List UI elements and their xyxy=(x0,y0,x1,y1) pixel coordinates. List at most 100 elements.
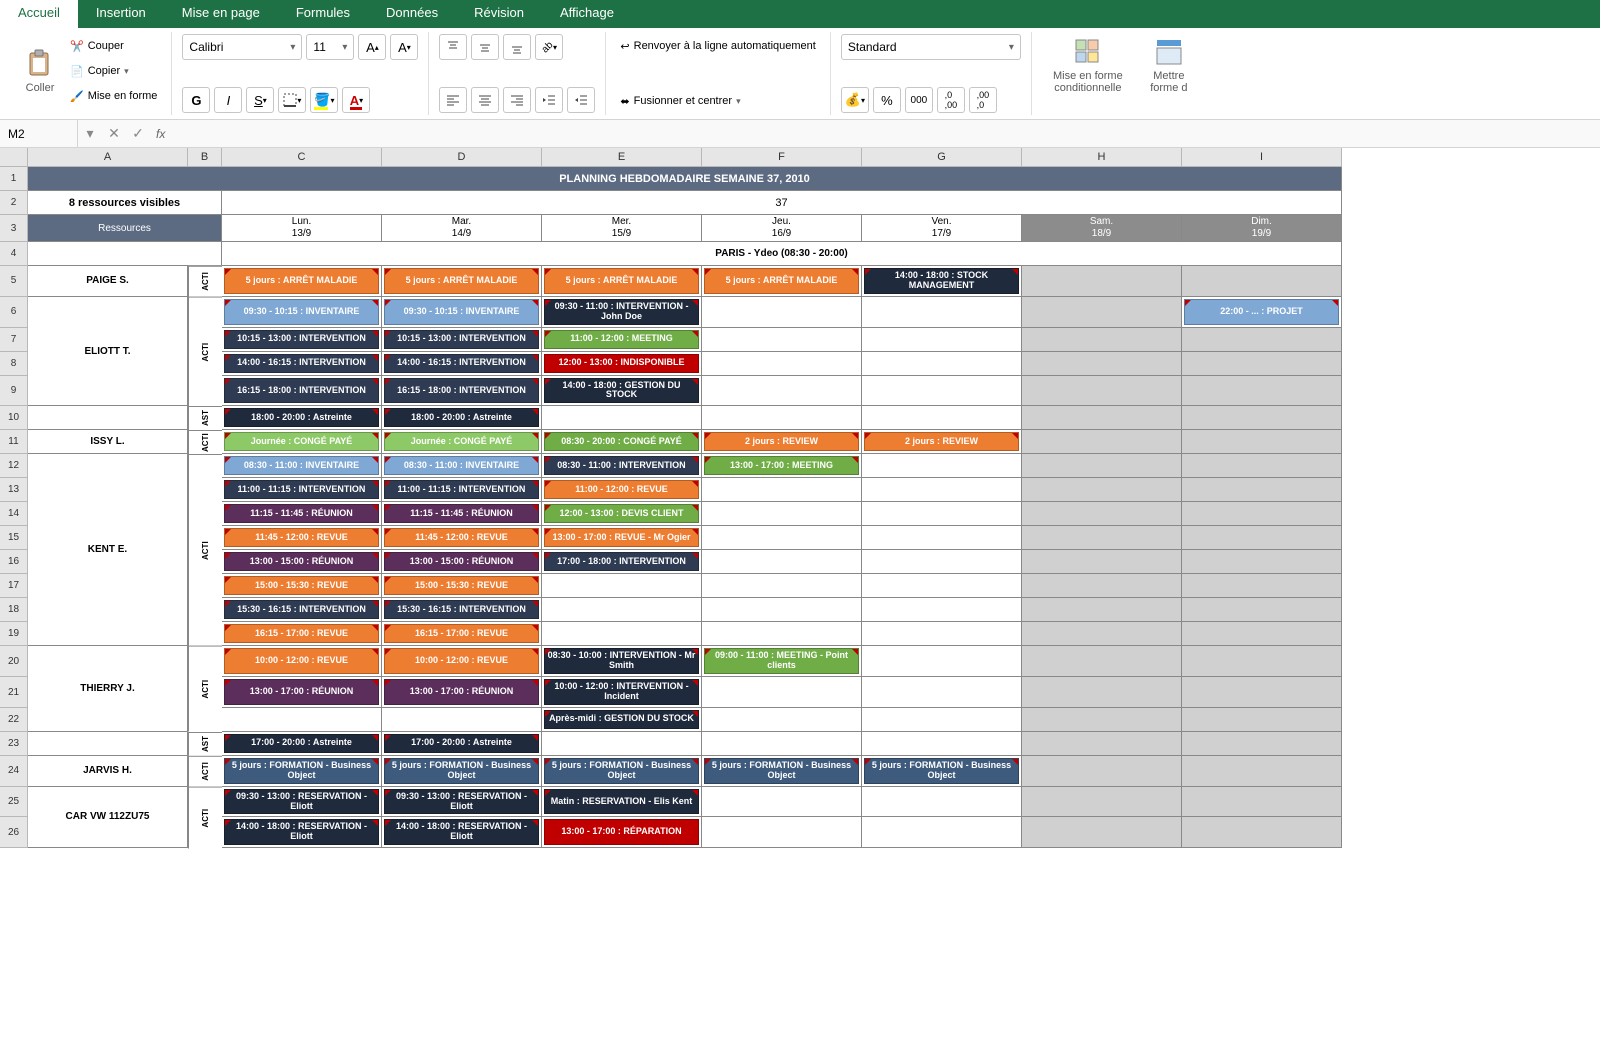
align-bottom-button[interactable] xyxy=(503,34,531,60)
event[interactable]: 08:30 - 11:00 : INVENTAIRE xyxy=(384,456,539,475)
tab-donnees[interactable]: Données xyxy=(368,0,456,28)
row-header[interactable]: 1 xyxy=(0,167,28,191)
format-table-button[interactable]: Mettre forme d xyxy=(1138,34,1200,96)
row-header[interactable]: 16 xyxy=(0,550,28,574)
event[interactable]: 13:00 - 17:00 : REVUE - Mr Ogier xyxy=(544,528,699,547)
wrap-text-button[interactable]: ↩Renvoyer à la ligne automatiquement xyxy=(616,34,819,58)
row-header[interactable]: 6 xyxy=(0,297,28,328)
event[interactable]: 08:30 - 11:00 : INTERVENTION xyxy=(544,456,699,475)
col-header[interactable]: B xyxy=(188,148,222,167)
event[interactable]: 11:15 - 11:45 : RÉUNION xyxy=(384,504,539,523)
conditional-format-button[interactable]: Mise en forme conditionnelle xyxy=(1042,34,1134,96)
row-header[interactable]: 2 xyxy=(0,191,28,215)
event[interactable]: 16:15 - 17:00 : REVUE xyxy=(224,624,379,643)
accept-formula-button[interactable]: ✓ xyxy=(126,120,150,147)
tab-insertion[interactable]: Insertion xyxy=(78,0,164,28)
event[interactable]: 15:00 - 15:30 : REVUE xyxy=(224,576,379,595)
event[interactable]: 5 jours : FORMATION - Business Object xyxy=(384,758,539,784)
tab-mise-en-page[interactable]: Mise en page xyxy=(164,0,278,28)
name-box[interactable]: M2 xyxy=(0,120,78,147)
event[interactable]: Matin : RESERVATION - Elis Kent xyxy=(544,789,699,815)
event[interactable]: 11:45 - 12:00 : REVUE xyxy=(384,528,539,547)
event[interactable]: 2 jours : REVIEW xyxy=(704,432,859,451)
row-header[interactable]: 14 xyxy=(0,502,28,526)
font-color-button[interactable]: A▾ xyxy=(342,87,370,113)
event[interactable]: 5 jours : ARRÊT MALADIE xyxy=(544,268,699,294)
col-header[interactable]: G xyxy=(862,148,1022,167)
event[interactable]: 12:00 - 13:00 : INDISPONIBLE xyxy=(544,354,699,373)
event[interactable]: 09:30 - 13:00 : RESERVATION - Eliott xyxy=(384,789,539,815)
spreadsheet-grid[interactable]: A B C D E F G H I 1 PLANNING HEBDOMADAIR… xyxy=(0,148,1600,848)
event[interactable]: 13:00 - 15:00 : RÉUNION xyxy=(384,552,539,571)
row-header[interactable]: 11 xyxy=(0,430,28,454)
border-button[interactable]: ▾ xyxy=(278,87,306,113)
col-header[interactable]: D xyxy=(382,148,542,167)
event[interactable]: 17:00 - 20:00 : Astreinte xyxy=(384,734,539,753)
row-header[interactable]: 15 xyxy=(0,526,28,550)
percent-button[interactable]: % xyxy=(873,87,901,113)
underline-button[interactable]: S▾ xyxy=(246,87,274,113)
format-painter-button[interactable]: 🖌️Mise en forme xyxy=(66,84,161,108)
event[interactable]: 08:30 - 10:00 : INTERVENTION - Mr Smith xyxy=(544,648,699,674)
event[interactable]: 11:15 - 11:45 : RÉUNION xyxy=(224,504,379,523)
col-header[interactable]: F xyxy=(702,148,862,167)
event[interactable]: Après-midi : GESTION DU STOCK xyxy=(544,710,699,729)
thousands-button[interactable]: 000 xyxy=(905,87,933,113)
number-format-select[interactable]: ▾ xyxy=(841,34,1021,60)
event[interactable]: 17:00 - 18:00 : INTERVENTION xyxy=(544,552,699,571)
event[interactable]: 16:15 - 18:00 : INTERVENTION xyxy=(224,378,379,404)
merge-center-button[interactable]: ⬌Fusionner et centrer▾ xyxy=(616,89,819,113)
event[interactable]: 18:00 - 20:00 : Astreinte xyxy=(224,408,379,427)
orientation-button[interactable]: ab▾ xyxy=(535,34,563,60)
event[interactable]: 09:30 - 10:15 : INVENTAIRE xyxy=(224,299,379,325)
row-header[interactable]: 8 xyxy=(0,352,28,376)
col-header[interactable]: C xyxy=(222,148,382,167)
tab-affichage[interactable]: Affichage xyxy=(542,0,632,28)
align-left-button[interactable] xyxy=(439,87,467,113)
event[interactable]: 17:00 - 20:00 : Astreinte xyxy=(224,734,379,753)
event[interactable]: 13:00 - 15:00 : RÉUNION xyxy=(224,552,379,571)
event[interactable]: 22:00 - ... : PROJET xyxy=(1184,299,1339,325)
increase-font-button[interactable]: A▴ xyxy=(358,34,386,60)
event[interactable]: 18:00 - 20:00 : Astreinte xyxy=(384,408,539,427)
increase-decimal-button[interactable]: ,0,00 xyxy=(937,87,965,113)
event[interactable]: 10:00 - 12:00 : REVUE xyxy=(224,648,379,674)
event[interactable]: 10:15 - 13:00 : INTERVENTION xyxy=(384,330,539,349)
event[interactable]: 14:00 - 16:15 : INTERVENTION xyxy=(224,354,379,373)
font-size-select[interactable]: ▾ xyxy=(306,34,354,60)
row-header[interactable]: 24 xyxy=(0,756,28,787)
event[interactable]: 2 jours : REVIEW xyxy=(864,432,1019,451)
paste-button[interactable]: Coller xyxy=(18,46,62,96)
event[interactable]: 09:00 - 11:00 : MEETING - Point clients xyxy=(704,648,859,674)
row-header[interactable]: 12 xyxy=(0,454,28,478)
row-header[interactable]: 25 xyxy=(0,787,28,818)
cut-button[interactable]: ✂️Couper xyxy=(66,34,161,58)
event[interactable]: 5 jours : FORMATION - Business Object xyxy=(704,758,859,784)
event[interactable]: 11:00 - 12:00 : REVUE xyxy=(544,480,699,499)
event[interactable]: 15:00 - 15:30 : REVUE xyxy=(384,576,539,595)
name-box-arrow[interactable]: ▾ xyxy=(78,120,102,147)
event[interactable]: 08:30 - 20:00 : CONGÉ PAYÉ xyxy=(544,432,699,451)
col-header[interactable]: E xyxy=(542,148,702,167)
align-center-button[interactable] xyxy=(471,87,499,113)
increase-indent-button[interactable] xyxy=(567,87,595,113)
font-name-select[interactable]: ▾ xyxy=(182,34,302,60)
event[interactable]: Journée : CONGÉ PAYÉ xyxy=(384,432,539,451)
event[interactable]: 5 jours : FORMATION - Business Object xyxy=(224,758,379,784)
row-header[interactable]: 18 xyxy=(0,598,28,622)
tab-revision[interactable]: Révision xyxy=(456,0,542,28)
copy-button[interactable]: 📄Copier▾ xyxy=(66,59,161,83)
col-header[interactable]: A xyxy=(28,148,188,167)
event[interactable]: 09:30 - 10:15 : INVENTAIRE xyxy=(384,299,539,325)
event[interactable]: 10:00 - 12:00 : INTERVENTION - Incident xyxy=(544,679,699,705)
align-middle-button[interactable] xyxy=(471,34,499,60)
formula-input[interactable] xyxy=(171,127,1600,141)
event[interactable]: 14:00 - 18:00 : STOCK MANAGEMENT xyxy=(864,268,1019,294)
row-header[interactable]: 7 xyxy=(0,328,28,352)
event[interactable]: 13:00 - 17:00 : MEETING xyxy=(704,456,859,475)
event[interactable]: 16:15 - 17:00 : REVUE xyxy=(384,624,539,643)
event[interactable]: 5 jours : ARRÊT MALADIE xyxy=(384,268,539,294)
currency-button[interactable]: 💰▾ xyxy=(841,87,869,113)
event[interactable]: 12:00 - 13:00 : DEVIS CLIENT xyxy=(544,504,699,523)
event[interactable]: 16:15 - 18:00 : INTERVENTION xyxy=(384,378,539,404)
